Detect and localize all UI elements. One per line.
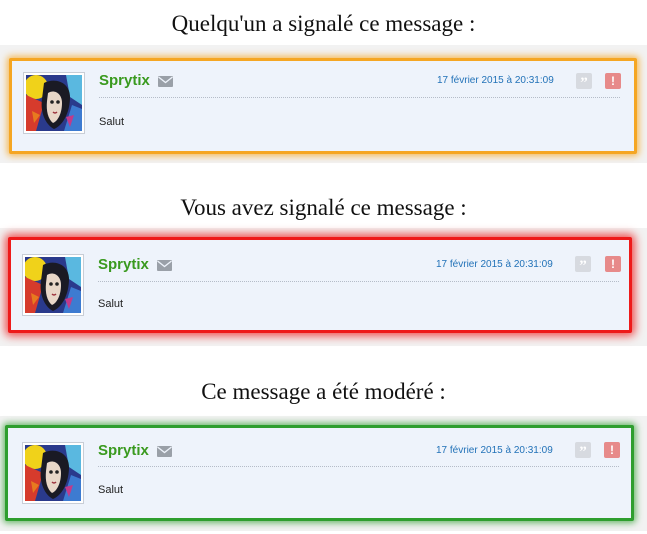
author-name[interactable]: Sprytix — [98, 442, 149, 459]
avatar[interactable] — [22, 254, 84, 316]
envelope-icon[interactable] — [157, 446, 172, 457]
heading-reported-by-someone: Quelqu'un a signalé ce message : — [171, 11, 476, 36]
separator — [99, 97, 620, 98]
envelope-icon[interactable] — [158, 76, 173, 87]
author-name[interactable]: Sprytix — [99, 72, 150, 89]
alert-icon[interactable]: ! — [605, 256, 621, 272]
post-body: Salut — [98, 298, 124, 310]
quote-icon[interactable]: ” — [575, 256, 591, 274]
avatar-image — [25, 445, 81, 501]
avatar-image — [25, 257, 81, 313]
alert-icon[interactable]: ! — [605, 73, 621, 89]
avatar[interactable] — [22, 442, 84, 504]
post-moderated: Sprytix 17 février 2015 à 20:31:09 ” ! S… — [5, 425, 634, 521]
post-date[interactable]: 17 février 2015 à 20:31:09 — [437, 75, 554, 86]
quote-icon[interactable]: ” — [576, 73, 592, 91]
post-date[interactable]: 17 février 2015 à 20:31:09 — [436, 259, 553, 270]
post-body: Salut — [99, 116, 125, 128]
separator — [98, 466, 619, 467]
separator — [98, 281, 619, 282]
avatar[interactable] — [23, 72, 85, 134]
alert-icon[interactable]: ! — [604, 442, 620, 458]
post-date[interactable]: 17 février 2015 à 20:31:09 — [436, 445, 553, 456]
avatar-image — [26, 75, 82, 131]
post-reported-by-someone: Sprytix 17 février 2015 à 20:31:09 ” ! S… — [9, 58, 637, 154]
heading-reported-by-you: Vous avez signalé ce message : — [180, 195, 467, 220]
post-body: Salut — [98, 484, 124, 496]
post-reported-by-you: Sprytix 17 février 2015 à 20:31:09 ” ! S… — [8, 237, 632, 333]
author-name[interactable]: Sprytix — [98, 256, 149, 273]
envelope-icon[interactable] — [157, 260, 172, 271]
heading-moderated: Ce message a été modéré : — [201, 379, 446, 404]
quote-icon[interactable]: ” — [575, 442, 591, 460]
